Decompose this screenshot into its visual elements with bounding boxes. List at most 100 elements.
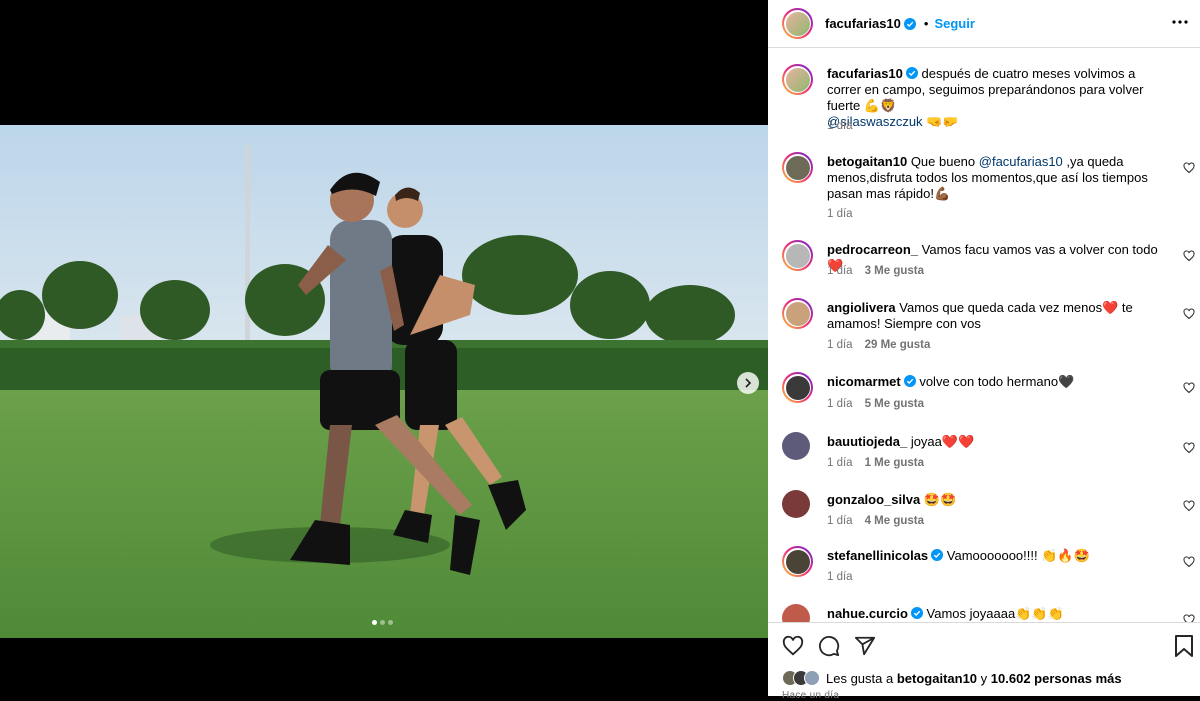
caption-text: facufarias10 después de cuatro meses vol… [827, 66, 1167, 130]
caption-emoji: 🤜🤛 [926, 114, 959, 129]
comment-username[interactable]: gonzaloo_silva [827, 492, 920, 507]
comments-list[interactable]: facufarias10 después de cuatro meses vol… [768, 48, 1200, 622]
comment-icon[interactable] [818, 635, 840, 657]
comment-body: 🤩🤩 [923, 492, 957, 507]
comment-avatar[interactable] [782, 604, 810, 622]
heart-icon[interactable] [1183, 162, 1195, 174]
comment-meta: 1 día [827, 208, 853, 220]
post-header: facufarias10 • Seguir [768, 0, 1200, 48]
comment-likes[interactable]: 1 Me gusta [865, 457, 924, 469]
carousel-dot [388, 620, 393, 625]
share-icon[interactable] [854, 635, 876, 657]
comment-text: nicomarmet volve con todo hermano🖤 [827, 374, 1167, 390]
heart-icon[interactable] [1183, 382, 1195, 394]
comment-username[interactable]: nahue.curcio [827, 606, 908, 621]
comment-username[interactable]: nicomarmet [827, 374, 901, 389]
comment-meta: 1 día 29 Me gusta [827, 339, 930, 351]
comment-time[interactable]: 1 día [827, 457, 853, 469]
carousel-dot [380, 620, 385, 625]
verified-icon [910, 607, 923, 619]
verified-icon [905, 67, 918, 79]
likes-others[interactable]: 10.602 personas más [991, 671, 1122, 686]
next-slide-button[interactable] [737, 372, 759, 394]
caption-meta: 1 día [827, 120, 853, 132]
carousel-dot [372, 620, 377, 625]
comment-body: Vamos joyaaaa👏👏👏 [926, 606, 1064, 621]
carousel-dots [372, 620, 393, 625]
avatar [785, 375, 810, 400]
heart-icon[interactable] [1183, 308, 1195, 320]
comment-meta: 1 día 4 Me gusta [827, 515, 924, 527]
comment-avatar-ring[interactable] [782, 152, 813, 183]
heart-icon[interactable] [1183, 442, 1195, 454]
likes-user[interactable]: betogaitan10 [897, 671, 977, 686]
comment-meta: 1 día 5 Me gusta [827, 398, 924, 410]
running-photo [0, 125, 768, 638]
comment-avatar[interactable] [782, 432, 810, 460]
comment-body: volve con todo hermano🖤 [919, 374, 1075, 389]
avatar [782, 432, 810, 460]
comment-text: betogaitan10 Que bueno @facufarias10 ,ya… [827, 154, 1167, 202]
heart-icon[interactable] [782, 635, 804, 657]
avatar [785, 11, 810, 36]
heart-icon[interactable] [1183, 500, 1195, 512]
follow-button[interactable]: Seguir [934, 16, 974, 31]
comment-username[interactable]: stefanellinicolas [827, 548, 928, 563]
comment-likes[interactable]: 3 Me gusta [865, 265, 924, 277]
comment-time[interactable]: 1 día [827, 515, 853, 527]
avatar [785, 155, 810, 180]
comment-text: nahue.curcio Vamos joyaaaa👏👏👏 [827, 606, 1167, 622]
avatar-ring[interactable] [782, 8, 813, 39]
verified-icon [903, 375, 916, 387]
avatar [782, 604, 810, 622]
comment-text: angiolivera Vamos que queda cada vez men… [827, 300, 1167, 332]
verified-icon [903, 17, 916, 30]
comment-likes[interactable]: 4 Me gusta [865, 515, 924, 527]
post-photo[interactable] [0, 125, 768, 638]
avatar [785, 301, 810, 326]
avatar [785, 549, 810, 574]
avatar [785, 67, 810, 92]
chevron-right-icon [745, 378, 752, 388]
comment-likes[interactable]: 5 Me gusta [865, 398, 924, 410]
comment-meta: 1 día [827, 571, 853, 583]
post-author-username[interactable]: facufarias10 [825, 16, 901, 31]
avatar [782, 490, 810, 518]
comment-avatar-ring[interactable] [782, 240, 813, 271]
caption-avatar-ring[interactable] [782, 64, 813, 95]
post-side-panel: facufarias10 • Seguir facufarias10 despu… [768, 0, 1200, 701]
comment-avatar[interactable] [782, 490, 810, 518]
comment-username[interactable]: betogaitan10 [827, 154, 907, 169]
comment-time[interactable]: 1 día [827, 208, 853, 220]
avatar [785, 243, 810, 268]
post-media [0, 0, 768, 696]
more-icon[interactable] [1170, 12, 1190, 32]
comment-avatar-ring[interactable] [782, 546, 813, 577]
caption-time[interactable]: 1 día [827, 120, 853, 132]
heart-icon[interactable] [1183, 250, 1195, 262]
likes-prefix: Les gusta a [826, 670, 894, 686]
heart-icon[interactable] [1183, 556, 1195, 568]
comment-text: bauutiojeda_ joyaa❤️❤️ [827, 434, 1167, 450]
comment-likes[interactable]: 29 Me gusta [865, 339, 931, 351]
comment-username[interactable]: bauutiojeda_ [827, 434, 907, 449]
liker-avatar [804, 670, 820, 686]
comment-meta: 1 día 3 Me gusta [827, 265, 924, 277]
comment-time[interactable]: 1 día [827, 398, 853, 410]
comment-avatar-ring[interactable] [782, 372, 813, 403]
comment-avatar-ring[interactable] [782, 298, 813, 329]
comment-time[interactable]: 1 día [827, 571, 853, 583]
comment-time[interactable]: 1 día [827, 265, 853, 277]
post-actions-bar [768, 622, 1200, 667]
comment-mention[interactable]: @facufarias10 [979, 154, 1063, 169]
comment-body: Que bueno [910, 154, 979, 169]
comment-body: joyaa❤️❤️ [910, 434, 975, 449]
likes-joiner: y [980, 670, 988, 686]
comment-username[interactable]: angiolivera [827, 300, 896, 315]
heart-icon[interactable] [1183, 614, 1195, 622]
comment-username[interactable]: pedrocarreon_ [827, 242, 918, 257]
comment-text: stefanellinicolas Vamooooooo!!!! 👏🔥🤩 [827, 548, 1167, 564]
bookmark-icon[interactable] [1174, 635, 1194, 657]
caption-username[interactable]: facufarias10 [827, 66, 903, 81]
comment-time[interactable]: 1 día [827, 339, 853, 351]
